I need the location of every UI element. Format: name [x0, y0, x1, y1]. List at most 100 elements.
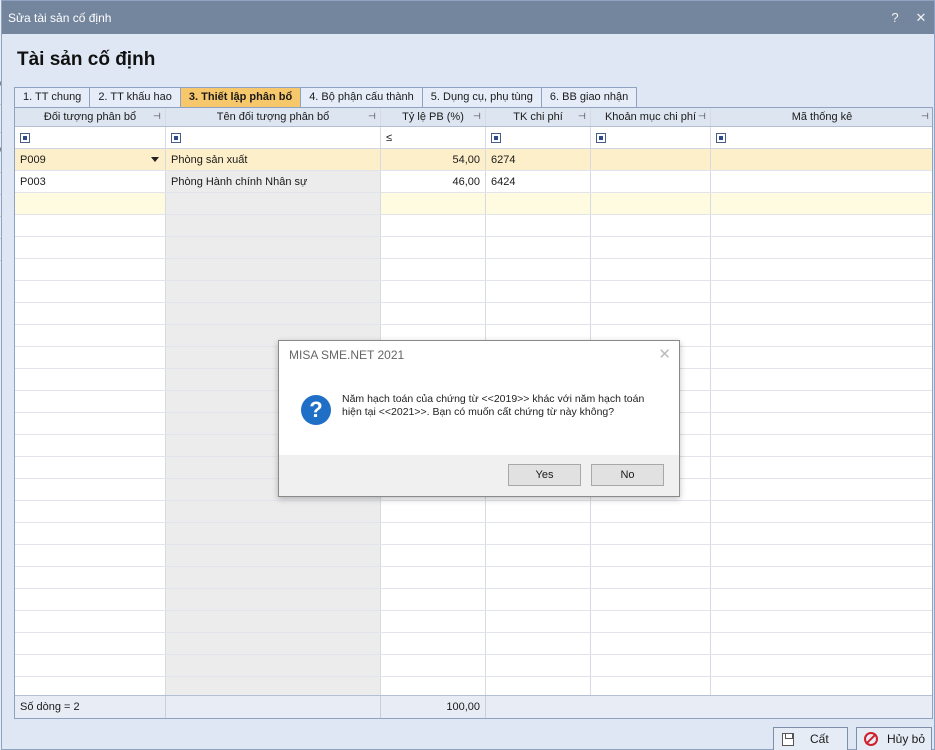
table-row[interactable]: P009 Phòng sản xuất 54,00 6274 [15, 149, 932, 171]
empty-cell [591, 259, 711, 280]
empty-cell [166, 611, 381, 632]
filter-operator-icon[interactable] [171, 132, 181, 143]
empty-cell [166, 215, 381, 236]
empty-cell [591, 281, 711, 302]
stat-code-cell[interactable] [711, 171, 932, 192]
table-row[interactable]: P003 Phòng Hành chính Nhân sự 46,00 6424 [15, 171, 932, 193]
cancel-button[interactable]: Hủy bỏ [856, 727, 932, 750]
pin-icon[interactable]: ⊣ [921, 112, 930, 121]
empty-cell [711, 237, 932, 258]
empty-cell [381, 633, 486, 654]
save-button[interactable]: Cất [773, 727, 848, 750]
tab-components[interactable]: 4. Bộ phận cấu thành [300, 87, 423, 107]
empty-cell [166, 523, 381, 544]
empty-cell [15, 325, 166, 346]
no-button[interactable]: No [591, 464, 664, 486]
empty-cell [381, 215, 486, 236]
empty-cell [591, 237, 711, 258]
object-cell[interactable]: P003 [15, 171, 166, 192]
filter-cell[interactable] [15, 127, 166, 148]
empty-cell [591, 611, 711, 632]
dialog-body: ? Năm hạch toán của chứng từ <<2019>> kh… [279, 369, 679, 455]
empty-row [15, 567, 932, 589]
ratio-cell[interactable] [381, 193, 486, 214]
new-row[interactable] [15, 193, 932, 215]
tab-depreciation[interactable]: 2. TT khấu hao [89, 87, 181, 107]
empty-row [15, 501, 932, 523]
column-header[interactable]: Đối tượng phân bổ ⊣ [15, 108, 166, 126]
pin-icon[interactable]: ⊣ [698, 112, 707, 121]
empty-cell [166, 303, 381, 324]
empty-cell [166, 237, 381, 258]
stat-code-cell[interactable] [711, 193, 932, 214]
column-header[interactable]: Tỷ lệ PB (%) ⊣ [381, 108, 486, 126]
filter-operator-icon[interactable] [596, 132, 606, 143]
object-cell[interactable] [15, 193, 166, 214]
filter-operator-icon[interactable] [491, 132, 501, 143]
empty-cell [591, 501, 711, 522]
column-header[interactable]: Khoản mục chi phí ⊣ [591, 108, 711, 126]
filter-cell[interactable] [711, 127, 932, 148]
empty-cell [711, 391, 932, 412]
close-icon[interactable]: ✕ [908, 10, 934, 26]
filter-operator-icon[interactable] [716, 132, 726, 143]
account-cell[interactable] [486, 193, 591, 214]
expense-item-cell[interactable] [591, 171, 711, 192]
empty-cell [711, 479, 932, 500]
tab-handover-record[interactable]: 6. BB giao nhận [540, 87, 638, 107]
pin-icon[interactable]: ⊣ [578, 112, 587, 121]
question-icon: ? [301, 395, 331, 425]
empty-cell [15, 435, 166, 456]
empty-cell [711, 457, 932, 478]
ratio-cell[interactable]: 54,00 [381, 149, 486, 170]
stat-code-cell[interactable] [711, 149, 932, 170]
tab-allocation-setup[interactable]: 3. Thiết lập phân bổ [179, 87, 302, 107]
empty-cell [166, 567, 381, 588]
empty-cell [166, 589, 381, 610]
empty-row [15, 589, 932, 611]
filter-cell[interactable]: ≤ [381, 127, 486, 148]
object-cell[interactable]: P009 [15, 149, 166, 170]
grid-header: Đối tượng phân bổ ⊣ Tên đối tượng phân bổ… [15, 108, 932, 127]
empty-cell [486, 281, 591, 302]
expense-item-cell[interactable] [591, 193, 711, 214]
column-header[interactable]: Tên đối tượng phân bổ ⊣ [166, 108, 381, 126]
filter-cell[interactable] [166, 127, 381, 148]
empty-row [15, 545, 932, 567]
pin-icon[interactable]: ⊣ [153, 112, 162, 121]
empty-cell [15, 281, 166, 302]
tab-tools-parts[interactable]: 5. Dụng cụ, phụ tùng [421, 87, 542, 107]
pin-icon[interactable]: ⊣ [368, 112, 377, 121]
account-cell[interactable]: 6424 [486, 171, 591, 192]
empty-cell [166, 633, 381, 654]
empty-cell [381, 567, 486, 588]
empty-cell [381, 589, 486, 610]
empty-cell [486, 215, 591, 236]
grid-footer: Số dòng = 2 100,00 [15, 695, 932, 718]
less-equal-icon[interactable]: ≤ [386, 132, 392, 144]
empty-cell [166, 281, 381, 302]
filter-cell[interactable] [486, 127, 591, 148]
yes-button[interactable]: Yes [508, 464, 581, 486]
help-icon[interactable]: ? [882, 10, 908, 25]
cell-value: P009 [20, 153, 46, 166]
ratio-cell[interactable]: 46,00 [381, 171, 486, 192]
chevron-down-icon[interactable] [151, 157, 159, 162]
empty-cell [15, 589, 166, 610]
empty-cell [166, 655, 381, 676]
empty-cell [486, 523, 591, 544]
pin-icon[interactable]: ⊣ [473, 112, 482, 121]
filter-cell[interactable] [591, 127, 711, 148]
empty-cell [15, 303, 166, 324]
expense-item-cell[interactable] [591, 149, 711, 170]
empty-row [15, 259, 932, 281]
column-header-label: Mã thống kê [791, 111, 853, 123]
column-header[interactable]: TK chi phí ⊣ [486, 108, 591, 126]
close-icon[interactable]: ✕ [658, 341, 671, 369]
empty-cell [486, 545, 591, 566]
filter-operator-icon[interactable] [20, 132, 30, 143]
empty-cell [15, 391, 166, 412]
tab-general-info[interactable]: 1. TT chung [14, 87, 91, 107]
account-cell[interactable]: 6274 [486, 149, 591, 170]
column-header[interactable]: Mã thống kê ⊣ [711, 108, 932, 126]
